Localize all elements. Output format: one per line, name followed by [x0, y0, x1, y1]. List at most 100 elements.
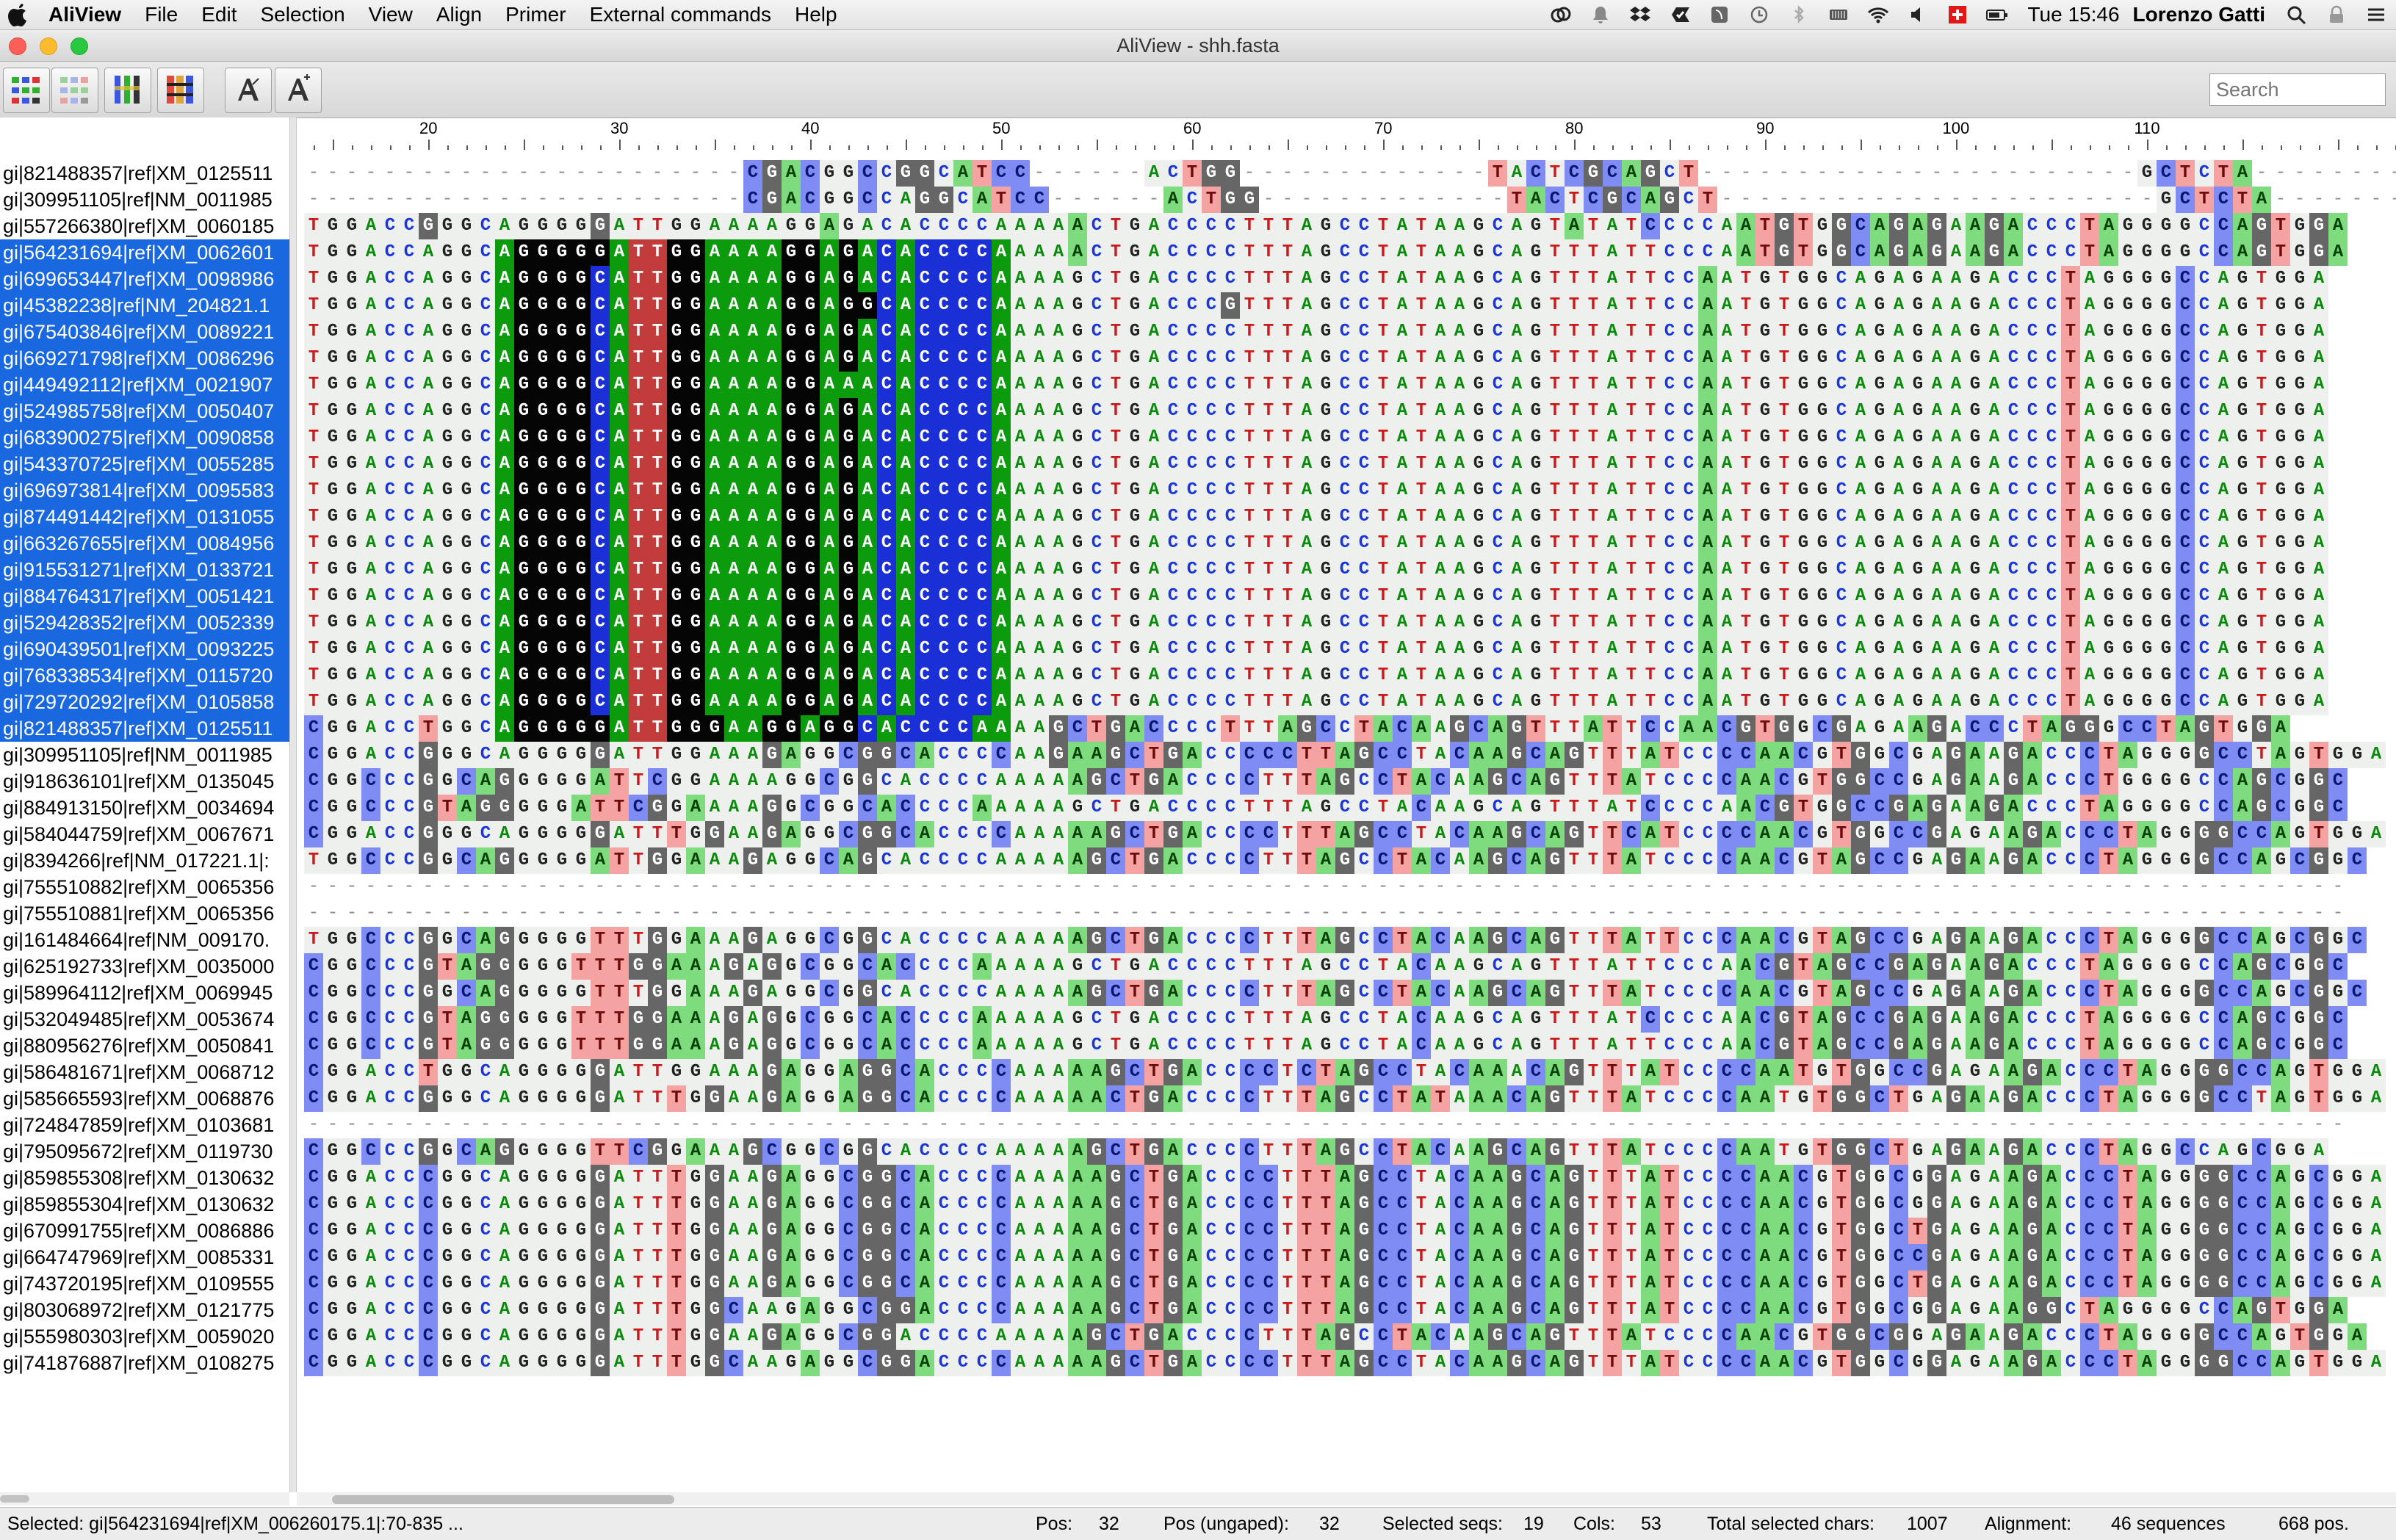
base-cell[interactable]: G — [839, 451, 858, 477]
base-cell[interactable]: G — [1163, 1165, 1183, 1191]
base-cell[interactable]: A — [1144, 266, 1163, 292]
base-cell[interactable]: A — [2214, 319, 2233, 345]
base-cell[interactable]: G — [1908, 636, 1927, 662]
base-cell[interactable]: - — [380, 1112, 400, 1138]
base-cell[interactable]: A — [2214, 662, 2233, 689]
sequence-name[interactable]: gi|768338534|ref|XM_0115720 — [0, 662, 289, 689]
base-cell[interactable]: G — [1908, 610, 1927, 636]
base-cell[interactable]: A — [1011, 1191, 1030, 1218]
base-cell[interactable]: G — [514, 372, 533, 398]
base-cell[interactable]: A — [782, 1270, 801, 1297]
base-cell[interactable]: C — [1832, 477, 1851, 504]
base-cell[interactable]: - — [1870, 187, 1889, 213]
base-cell[interactable]: A — [1297, 583, 1316, 610]
base-cell[interactable]: T — [1641, 557, 1660, 583]
base-cell[interactable]: C — [1354, 239, 1374, 266]
base-cell[interactable]: A — [1851, 504, 1870, 530]
base-cell[interactable]: G — [667, 266, 686, 292]
base-cell[interactable]: T — [1106, 345, 1125, 372]
base-cell[interactable]: G — [1908, 345, 1927, 372]
base-cell[interactable]: A — [1545, 742, 1565, 768]
base-cell[interactable]: T — [2252, 372, 2271, 398]
base-cell[interactable]: G — [820, 1297, 839, 1323]
base-cell[interactable]: A — [686, 795, 705, 821]
base-cell[interactable]: C — [1794, 1165, 1813, 1191]
base-cell[interactable]: G — [648, 1033, 667, 1059]
base-cell[interactable]: - — [2290, 187, 2309, 213]
base-cell[interactable]: T — [438, 1033, 457, 1059]
font-increase-button[interactable] — [275, 68, 322, 113]
base-cell[interactable]: - — [1011, 1112, 1030, 1138]
base-cell[interactable]: A — [2099, 953, 2118, 980]
base-cell[interactable]: A — [1450, 319, 1469, 345]
base-cell[interactable]: - — [533, 160, 552, 187]
base-cell[interactable]: C — [380, 345, 400, 372]
base-cell[interactable]: T — [1106, 557, 1125, 583]
base-cell[interactable]: T — [1240, 504, 1259, 530]
base-cell[interactable]: A — [2233, 160, 2252, 187]
base-cell[interactable]: C — [476, 742, 495, 768]
base-cell[interactable]: A — [1087, 1270, 1106, 1297]
base-cell[interactable]: G — [1087, 927, 1106, 953]
base-cell[interactable]: A — [1889, 424, 1908, 451]
base-cell[interactable]: - — [1030, 160, 1049, 187]
base-cell[interactable]: C — [973, 1244, 992, 1270]
base-cell[interactable]: C — [1221, 504, 1240, 530]
base-cell[interactable]: - — [419, 187, 438, 213]
base-cell[interactable]: C — [1354, 530, 1374, 557]
base-cell[interactable]: A — [2367, 1165, 2386, 1191]
base-cell[interactable]: A — [419, 451, 438, 477]
base-cell[interactable]: C — [839, 1270, 858, 1297]
base-cell[interactable]: A — [419, 345, 438, 372]
base-cell[interactable]: T — [648, 372, 667, 398]
base-cell[interactable]: C — [1832, 504, 1851, 530]
base-cell[interactable]: G — [1794, 451, 1813, 477]
base-cell[interactable]: C — [304, 953, 323, 980]
base-cell[interactable]: G — [1966, 1059, 1985, 1085]
base-cell[interactable]: G — [1870, 689, 1889, 715]
base-cell[interactable]: C — [400, 504, 419, 530]
base-cell[interactable]: G — [1488, 927, 1507, 953]
base-cell[interactable]: G — [1125, 345, 1144, 372]
base-cell[interactable]: T — [1259, 768, 1278, 795]
base-cell[interactable]: - — [1450, 160, 1469, 187]
base-cell[interactable]: T — [648, 662, 667, 689]
base-cell[interactable]: C — [400, 319, 419, 345]
base-cell[interactable]: C — [476, 557, 495, 583]
base-cell[interactable]: G — [571, 610, 591, 636]
base-cell[interactable]: T — [2252, 292, 2271, 319]
base-cell[interactable]: T — [629, 768, 648, 795]
base-cell[interactable]: T — [1278, 847, 1297, 874]
base-cell[interactable]: C — [1183, 1085, 1202, 1112]
base-cell[interactable]: C — [1794, 1191, 1813, 1218]
base-cell[interactable]: C — [1221, 372, 1240, 398]
base-cell[interactable]: A — [1755, 1297, 1775, 1323]
base-cell[interactable]: A — [762, 662, 782, 689]
base-cell[interactable]: T — [1775, 583, 1794, 610]
base-cell[interactable]: G — [457, 662, 476, 689]
base-cell[interactable]: G — [839, 1033, 858, 1059]
base-cell[interactable]: C — [476, 1323, 495, 1350]
base-cell[interactable]: A — [1755, 847, 1775, 874]
base-cell[interactable]: A — [1431, 530, 1450, 557]
base-cell[interactable]: T — [1736, 610, 1755, 636]
base-cell[interactable]: A — [2118, 847, 2137, 874]
base-cell[interactable]: G — [2233, 451, 2252, 477]
base-cell[interactable]: A — [992, 583, 1011, 610]
base-cell[interactable]: T — [1374, 636, 1393, 662]
base-cell[interactable]: C — [973, 980, 992, 1006]
base-cell[interactable]: G — [2137, 319, 2157, 345]
base-cell[interactable]: A — [1297, 504, 1316, 530]
base-cell[interactable]: G — [514, 1297, 533, 1323]
base-cell[interactable]: T — [571, 1006, 591, 1033]
base-cell[interactable]: - — [2118, 1112, 2137, 1138]
base-cell[interactable]: C — [820, 847, 839, 874]
base-cell[interactable]: G — [1526, 795, 1545, 821]
base-cell[interactable]: G — [1794, 557, 1813, 583]
base-cell[interactable]: T — [591, 953, 610, 980]
base-cell[interactable]: T — [1278, 689, 1297, 715]
base-cell[interactable]: G — [1297, 715, 1316, 742]
base-cell[interactable]: C — [1221, 636, 1240, 662]
base-cell[interactable]: A — [801, 715, 820, 742]
base-cell[interactable]: C — [2061, 1033, 2080, 1059]
